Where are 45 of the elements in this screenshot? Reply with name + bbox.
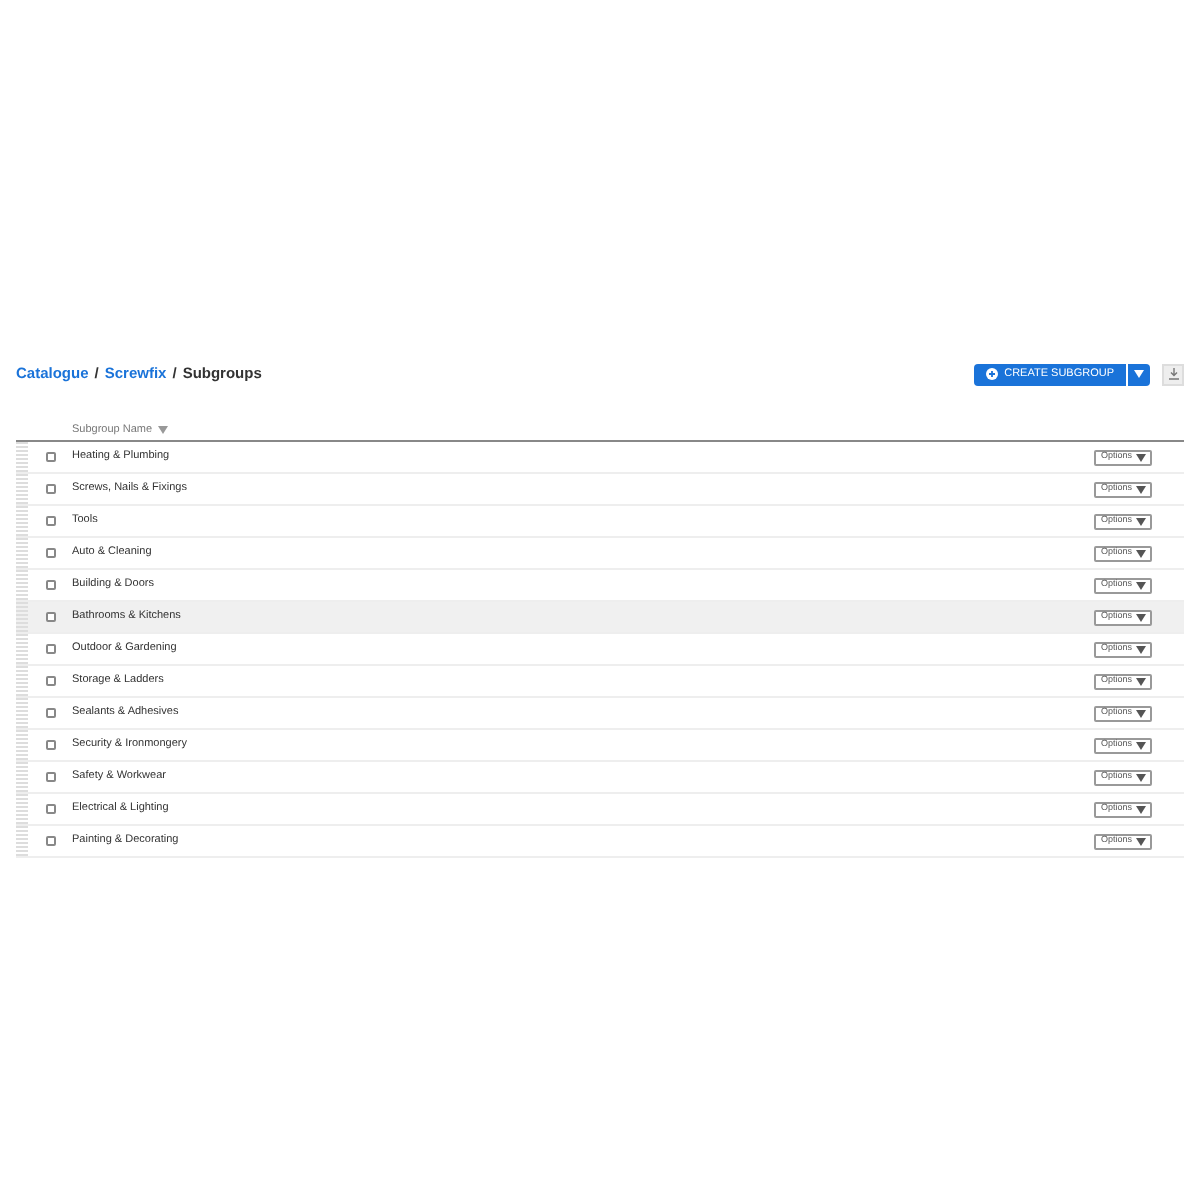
drag-handle[interactable] <box>16 794 28 824</box>
download-button[interactable] <box>1162 363 1184 385</box>
caret-icon <box>1134 370 1144 378</box>
drag-handle[interactable] <box>16 762 28 792</box>
caret-icon <box>1136 485 1146 493</box>
caret-icon <box>1136 581 1146 589</box>
caret-icon <box>1136 677 1146 685</box>
row-checkbox[interactable] <box>45 516 55 526</box>
drag-handle[interactable] <box>16 538 28 568</box>
plus-circle-icon <box>986 368 999 380</box>
drag-handle[interactable] <box>16 698 28 728</box>
drag-handle[interactable] <box>16 826 28 856</box>
caret-icon <box>1136 549 1146 557</box>
caret-icon <box>1136 773 1146 781</box>
row-checkbox[interactable] <box>45 836 55 846</box>
caret-icon <box>1136 453 1146 461</box>
dropdown-toggle[interactable] <box>1128 363 1150 385</box>
drag-handle[interactable] <box>16 602 28 632</box>
caret-icon <box>1136 837 1146 845</box>
row-checkbox[interactable] <box>45 548 55 558</box>
caret-icon <box>1136 645 1146 653</box>
drag-handle[interactable] <box>16 570 28 600</box>
drag-handle[interactable] <box>16 666 28 696</box>
caret-icon <box>1136 741 1146 749</box>
row-checkbox[interactable] <box>45 612 55 622</box>
row-checkbox[interactable] <box>45 708 55 718</box>
row-checkbox[interactable] <box>45 804 55 814</box>
row-checkbox[interactable] <box>45 452 55 462</box>
caret-icon <box>1136 805 1146 813</box>
caret-icon <box>158 426 169 434</box>
drag-handle[interactable] <box>16 474 28 504</box>
drag-handle[interactable] <box>16 442 28 472</box>
download-icon <box>1167 368 1179 380</box>
row-checkbox[interactable] <box>45 580 55 590</box>
drag-handle[interactable] <box>16 730 28 760</box>
drag-handle[interactable] <box>16 506 28 536</box>
caret-icon <box>1136 613 1146 621</box>
row-checkbox[interactable] <box>45 772 55 782</box>
caret-icon <box>1136 709 1146 717</box>
row-checkbox[interactable] <box>45 740 55 750</box>
drag-handle[interactable] <box>16 634 28 664</box>
row-checkbox[interactable] <box>45 644 55 654</box>
row-checkbox[interactable] <box>45 484 55 494</box>
caret-icon <box>1136 517 1146 525</box>
row-checkbox[interactable] <box>45 676 55 686</box>
